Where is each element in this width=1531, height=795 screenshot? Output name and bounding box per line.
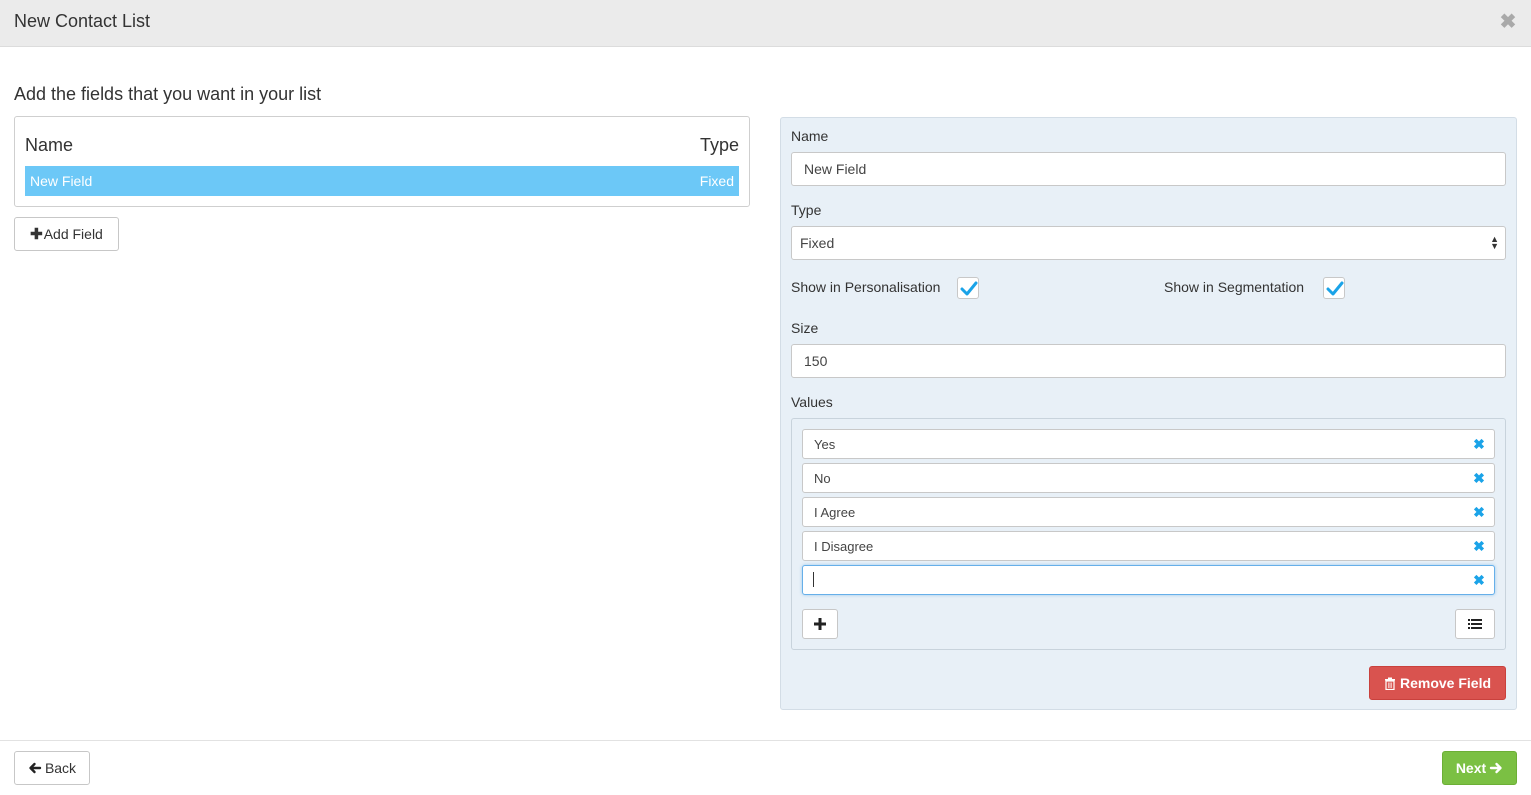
plus-icon: ✚ — [30, 226, 43, 243]
instruction-text: Add the fields that you want in your lis… — [14, 84, 322, 104]
show-personalisation-checkbox[interactable] — [957, 277, 979, 299]
dialog-title: New Contact List — [14, 11, 151, 31]
value-input-row[interactable]: I Agree ✖ — [802, 497, 1495, 527]
size-input[interactable]: 150 — [791, 344, 1506, 378]
size-input-value: 150 — [804, 353, 828, 369]
field-editor-panel: Name New Field Type Fixed ▲ ▼ Show in Per… — [780, 117, 1517, 710]
bulk-values-button[interactable] — [1455, 609, 1495, 639]
checkmark-icon — [1326, 281, 1344, 296]
arrow-right-icon — [1489, 762, 1502, 774]
values-list: Yes ✖ No ✖ I Agree ✖ I Disagree ✖ ✖ — [791, 418, 1506, 650]
next-label: Next — [1455, 760, 1487, 776]
column-header-name: Name — [25, 135, 74, 155]
name-input-value: New Field — [804, 161, 867, 177]
values-label: Values — [791, 394, 833, 410]
value-text: I Disagree — [814, 539, 874, 554]
footer-divider — [0, 740, 1531, 741]
show-segmentation-label: Show in Segmentation — [1164, 279, 1305, 295]
remove-value-icon[interactable]: ✖ — [1473, 437, 1485, 451]
text-caret — [813, 572, 814, 587]
show-personalisation-label: Show in Personalisation — [791, 279, 941, 295]
plus-icon — [814, 618, 826, 630]
dialog-header: New Contact List ✖ — [0, 0, 1531, 47]
value-text: I Agree — [814, 505, 856, 520]
add-value-button[interactable] — [802, 609, 838, 639]
column-header-type: Type — [699, 135, 739, 155]
type-select[interactable]: Fixed ▲ ▼ — [791, 226, 1506, 260]
size-label: Size — [791, 320, 819, 336]
row-field-type: Fixed — [699, 173, 734, 189]
value-input-row[interactable]: No ✖ — [802, 463, 1495, 493]
trash-icon — [1384, 677, 1395, 690]
type-label: Type — [791, 202, 822, 218]
add-field-label: Add Field — [43, 226, 103, 242]
select-arrows-icon: ▲ ▼ — [1490, 234, 1499, 251]
field-table: Name Type New Field Fixed — [14, 116, 750, 207]
table-row-selected[interactable]: New Field Fixed — [25, 166, 739, 196]
remove-value-icon[interactable]: ✖ — [1473, 505, 1485, 519]
name-label: Name — [791, 128, 829, 144]
close-icon[interactable]: ✖ — [1499, 12, 1517, 32]
show-segmentation-checkbox[interactable] — [1323, 277, 1345, 299]
back-label: Back — [44, 760, 77, 776]
remove-value-icon[interactable]: ✖ — [1473, 539, 1485, 553]
value-text: No — [814, 471, 831, 486]
name-input[interactable]: New Field — [791, 152, 1506, 186]
back-button[interactable]: Back — [14, 751, 90, 785]
add-field-button[interactable]: ✚ Add Field — [14, 217, 119, 251]
next-button[interactable]: Next — [1442, 751, 1517, 785]
value-text: Yes — [814, 437, 836, 452]
remove-field-button[interactable]: Remove Field — [1369, 666, 1506, 700]
arrow-left-icon — [29, 762, 42, 774]
remove-value-icon[interactable]: ✖ — [1473, 573, 1485, 587]
list-icon — [1468, 619, 1482, 629]
value-input-row[interactable]: Yes ✖ — [802, 429, 1495, 459]
remove-value-icon[interactable]: ✖ — [1473, 471, 1485, 485]
remove-field-label: Remove Field — [1399, 675, 1492, 691]
checkmark-icon — [960, 281, 978, 296]
value-input-row-active[interactable]: ✖ — [802, 565, 1495, 595]
row-field-name: New Field — [30, 173, 93, 189]
type-select-value: Fixed — [800, 235, 835, 251]
value-input-row[interactable]: I Disagree ✖ — [802, 531, 1495, 561]
